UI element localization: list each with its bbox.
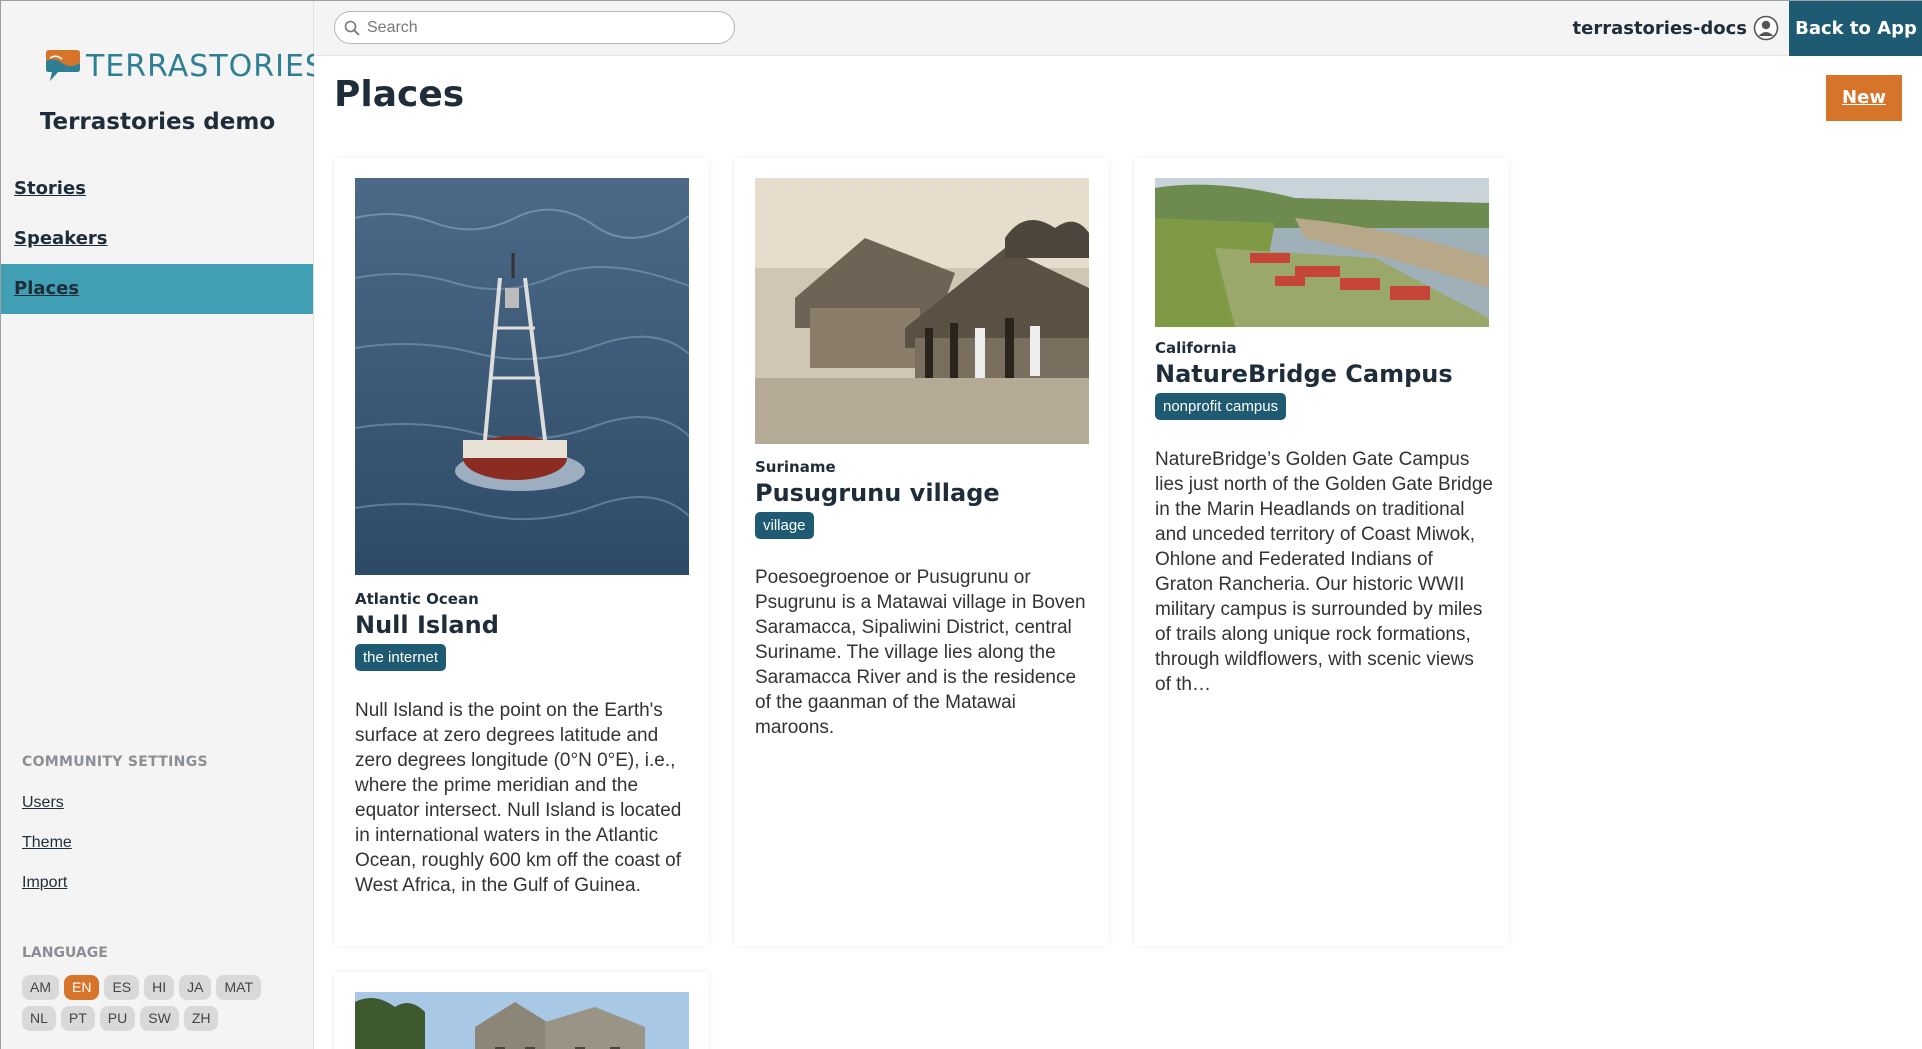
place-card[interactable]: Atlantic Ocean Null Island the internet … — [334, 158, 709, 946]
language-button-pu[interactable]: PU — [99, 1006, 136, 1031]
language-button-ja[interactable]: JA — [179, 975, 212, 1000]
top-bar: terrastories-docs Back to App — [314, 1, 1922, 56]
place-card[interactable] — [334, 972, 709, 1049]
place-type-badge: the internet — [355, 644, 447, 671]
new-place-button[interactable]: New — [1826, 75, 1902, 121]
language-button-nl[interactable]: NL — [22, 1006, 56, 1031]
place-name[interactable]: NatureBridge Campus — [1155, 360, 1453, 388]
language-heading: LANGUAGE — [22, 945, 108, 961]
user-avatar-icon — [1753, 15, 1779, 41]
place-description: Poesoegroenoe or Pusugrunu or Psugrunu i… — [755, 567, 1086, 738]
place-type-badge: village — [755, 512, 814, 539]
sidebar-item-speakers[interactable]: Speakers — [1, 214, 313, 264]
language-button-en[interactable]: EN — [64, 975, 100, 1000]
user-menu[interactable]: terrastories-docs — [1573, 15, 1779, 41]
place-type-badge: nonprofit campus — [1155, 393, 1287, 420]
place-name[interactable]: Pusugrunu village — [755, 479, 1000, 507]
app-window: TERRASTORIES Terrastories demo Stories S… — [0, 0, 1922, 1049]
search-input[interactable] — [367, 17, 727, 39]
place-image-building — [355, 992, 689, 1049]
terrastories-logo[interactable]: TERRASTORIES — [44, 48, 325, 84]
place-card[interactable]: Suriname Pusugrunu village village Poeso… — [734, 158, 1109, 946]
back-to-app-button[interactable]: Back to App — [1789, 1, 1922, 56]
settings-link-import[interactable]: Import — [22, 874, 67, 892]
place-image-village — [755, 178, 1089, 444]
language-button-hi[interactable]: HI — [144, 975, 175, 1000]
language-button-zh[interactable]: ZH — [183, 1006, 219, 1031]
language-button-mat[interactable]: MAT — [216, 975, 261, 1000]
language-button-pt[interactable]: PT — [60, 1006, 95, 1031]
sidebar-item-places[interactable]: Places — [1, 264, 313, 314]
place-region: Atlantic Ocean — [355, 590, 479, 608]
search-box — [334, 11, 735, 44]
language-button-am[interactable]: AM — [22, 975, 59, 1000]
settings-link-theme[interactable]: Theme — [22, 834, 72, 852]
main-content: Places New Atlantic Ocean Null Island th… — [314, 56, 1922, 1049]
page-title: Places — [334, 74, 465, 115]
search-icon — [344, 20, 360, 36]
sidebar-nav: Stories Speakers Places — [1, 164, 313, 314]
place-image-buoy — [355, 178, 689, 575]
language-button-sw[interactable]: SW — [140, 1006, 179, 1031]
sidebar-item-stories[interactable]: Stories — [1, 164, 313, 214]
language-button-es[interactable]: ES — [104, 975, 140, 1000]
logo-text: TERRASTORIES — [86, 48, 325, 84]
place-card[interactable]: California NatureBridge Campus nonprofit… — [1134, 158, 1509, 946]
place-image-campus — [1155, 178, 1489, 327]
community-settings-heading: COMMUNITY SETTINGS — [22, 754, 208, 770]
place-region: Suriname — [755, 458, 836, 476]
settings-link-users[interactable]: Users — [22, 794, 64, 812]
community-name: Terrastories demo — [39, 109, 276, 135]
place-description: Null Island is the point on the Earth's … — [355, 700, 682, 896]
place-description: NatureBridge’s Golden Gate Campus lies j… — [1155, 449, 1493, 695]
speech-bubble-icon — [46, 50, 80, 81]
language-selector: AM EN ES HI JA MAT NL PT PU SW ZH — [22, 975, 292, 1031]
place-region: California — [1155, 339, 1237, 357]
place-name[interactable]: Null Island — [355, 611, 499, 639]
username: terrastories-docs — [1572, 17, 1747, 39]
sidebar: TERRASTORIES Terrastories demo Stories S… — [1, 1, 324, 1049]
